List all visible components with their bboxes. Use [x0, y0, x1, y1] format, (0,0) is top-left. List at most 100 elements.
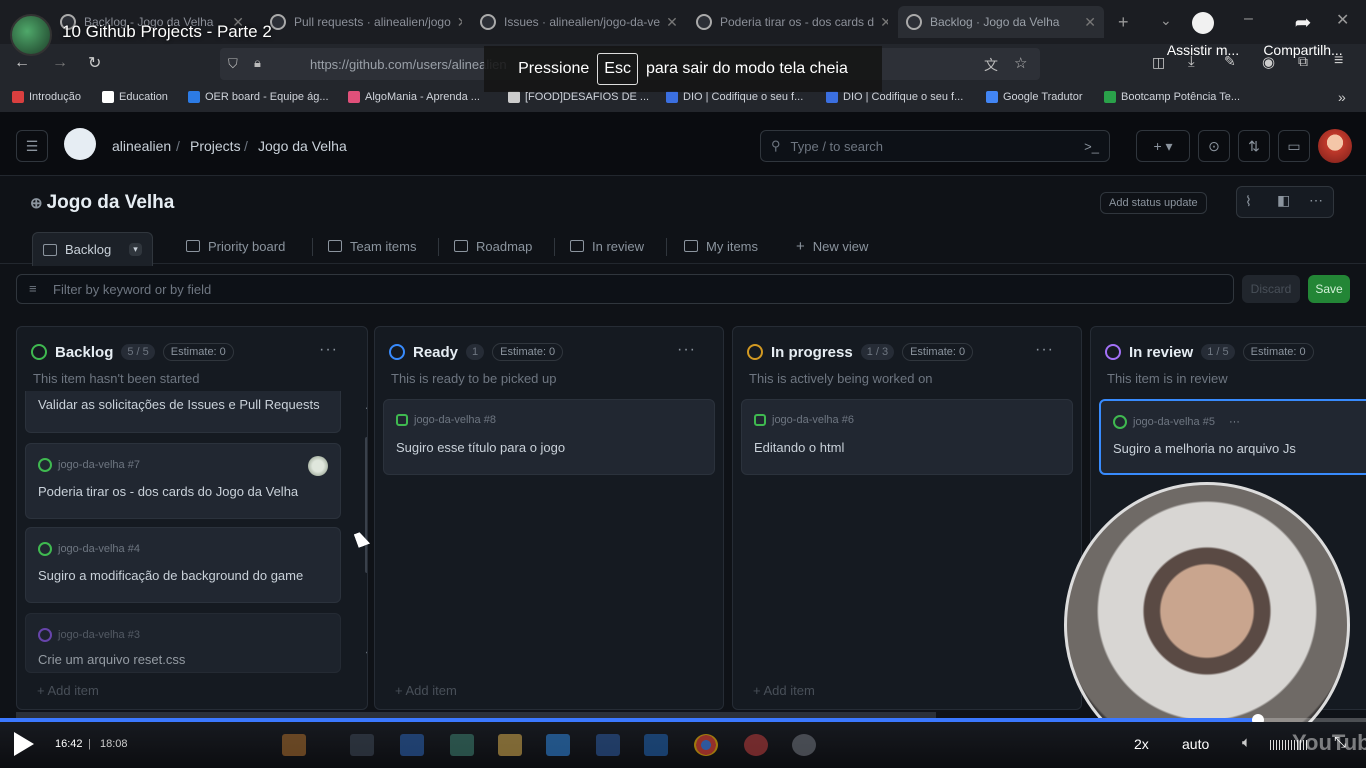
pull-requests-icon[interactable]: ⇅: [1238, 130, 1270, 162]
breadcrumb-projects[interactable]: Projects: [190, 138, 241, 154]
open-issue-icon: [38, 542, 52, 556]
card-repo-ref[interactable]: jogo-da-velha #3: [58, 629, 140, 641]
more-bookmarks-icon[interactable]: »: [1338, 89, 1346, 105]
back-icon[interactable]: ←: [14, 54, 30, 72]
breadcrumb-project[interactable]: Jogo da Velha: [258, 138, 347, 154]
bookmark-icon: [666, 91, 678, 103]
close-icon[interactable]: ✕: [451, 14, 462, 31]
card-repo-ref[interactable]: jogo-da-velha #8: [414, 414, 496, 426]
new-view-button[interactable]: + New view: [796, 232, 868, 260]
browser-tab[interactable]: Poderia tirar os - dos cards d ✕: [688, 6, 888, 38]
column-menu-icon[interactable]: ···: [677, 341, 696, 359]
github-logo-icon[interactable]: [64, 128, 96, 160]
forward-icon[interactable]: →: [52, 54, 68, 72]
project-card[interactable]: Validar as solicitações de Issues e Pull…: [25, 391, 341, 433]
volume-icon[interactable]: 🔈︎: [1242, 734, 1251, 751]
scrollbar-thumb[interactable]: [365, 437, 367, 573]
card-repo-ref[interactable]: jogo-da-velha #7: [58, 459, 140, 471]
insights-icon[interactable]: ⌇: [1245, 193, 1252, 210]
assignee-avatar[interactable]: [308, 456, 328, 476]
bookmark-item[interactable]: DIO | Codifique o seu f...: [826, 91, 963, 103]
bookmark-item[interactable]: DIO | Codifique o seu f...: [666, 91, 803, 103]
bookmark-item[interactable]: Bootcamp Potência Te...: [1104, 91, 1240, 103]
search-input[interactable]: ⚲ Type / to search >_: [760, 130, 1110, 162]
add-item-button[interactable]: + Add item: [37, 683, 99, 698]
filter-input[interactable]: ≡ Filter by keyword or by field: [16, 274, 1234, 304]
browser-tab[interactable]: Pull requests · alinealien/jogo✕: [262, 6, 462, 38]
avatar[interactable]: [1318, 129, 1352, 163]
card-title[interactable]: Sugiro a modificação de background do ga…: [38, 568, 303, 583]
share-label: Compartilh...: [1263, 42, 1343, 58]
bookmark-item[interactable]: OER board - Equipe ág...: [188, 91, 329, 103]
browser-tab-active[interactable]: Backlog · Jogo da Velha ✕: [898, 6, 1104, 38]
channel-avatar[interactable]: [10, 14, 52, 56]
project-card[interactable]: jogo-da-velha #6 Editando o html: [741, 399, 1073, 475]
chevron-down-icon[interactable]: ▾: [129, 243, 142, 256]
card-menu-icon[interactable]: ···: [1229, 416, 1240, 428]
breadcrumb-owner[interactable]: alinealien: [112, 138, 171, 154]
card-title[interactable]: Validar as solicitações de Issues e Pull…: [38, 397, 320, 412]
card-title[interactable]: Sugiro a melhoria no arquivo Js: [1113, 441, 1296, 456]
fullscreen-exit-icon[interactable]: ⤡: [1334, 734, 1346, 751]
column-menu-icon[interactable]: ···: [1035, 341, 1054, 359]
card-repo-ref[interactable]: jogo-da-velha #5: [1133, 416, 1215, 428]
close-icon[interactable]: ✕: [1078, 14, 1096, 31]
save-button[interactable]: Save: [1308, 275, 1350, 303]
inbox-icon[interactable]: ▭: [1278, 130, 1310, 162]
card-title[interactable]: Crie um arquivo reset.css: [38, 652, 185, 667]
create-new-button[interactable]: + ▾: [1136, 130, 1190, 162]
hamburger-menu-icon[interactable]: ☰: [16, 130, 48, 162]
project-card[interactable]: jogo-da-velha #8 Sugiro esse título para…: [383, 399, 715, 475]
add-item-button[interactable]: + Add item: [753, 683, 815, 698]
tab-team-items[interactable]: Team items: [328, 232, 416, 260]
add-status-update-button[interactable]: Add status update: [1100, 192, 1207, 214]
card-title[interactable]: Sugiro esse título para o jogo: [396, 440, 565, 455]
new-tab-icon[interactable]: +: [1118, 12, 1129, 33]
project-card-selected[interactable]: jogo-da-velha #5 ··· Sugiro a melhoria no…: [1099, 399, 1366, 475]
column-title: Backlog: [55, 343, 114, 361]
new-view-label: New view: [812, 238, 869, 254]
card-title[interactable]: Poderia tirar os - dos cards do Jogo da …: [38, 484, 298, 499]
browser-tab[interactable]: Issues · alinealien/jogo-da-ve ✕: [472, 6, 682, 38]
watch-later-button[interactable]: Assistir m...: [1158, 12, 1248, 58]
card-title[interactable]: Editando o html: [754, 440, 844, 455]
add-item-button[interactable]: + Add item: [395, 683, 457, 698]
share-button[interactable]: ➦ Compartilh...: [1258, 12, 1348, 58]
video-title[interactable]: 10 Github Projects - Parte 2: [62, 22, 272, 42]
issues-icon[interactable]: ⊙: [1198, 130, 1230, 162]
bookmark-item[interactable]: AlgoMania - Aprenda ...: [348, 91, 480, 103]
scroll-down-icon[interactable]: ▾: [366, 649, 367, 660]
card-repo-ref[interactable]: jogo-da-velha #6: [772, 414, 854, 426]
bookmark-item[interactable]: [FOOD]DESAFIOS DE ...: [508, 91, 649, 103]
divider: [312, 238, 313, 256]
side-panel-icon[interactable]: ◧: [1277, 192, 1290, 209]
column-header: In review 1 / 5 Estimate: 0: [1105, 343, 1314, 361]
translate-icon[interactable]: 文: [984, 55, 998, 75]
bookmark-item[interactable]: Introdução: [12, 91, 81, 103]
play-icon[interactable]: [14, 732, 34, 756]
project-card[interactable]: jogo-da-velha #3 Crie um arquivo reset.c…: [25, 613, 341, 673]
star-icon[interactable]: ☆: [1014, 54, 1027, 72]
discard-button[interactable]: Discard: [1242, 275, 1300, 303]
tab-backlog[interactable]: Backlog ▾: [32, 232, 153, 266]
command-palette-icon[interactable]: >_: [1084, 139, 1099, 154]
project-card[interactable]: jogo-da-velha #7 Poderia tirar os - dos …: [25, 443, 341, 519]
bookmark-item[interactable]: Google Tradutor: [986, 91, 1083, 103]
close-icon[interactable]: ✕: [874, 14, 888, 31]
card-repo-ref[interactable]: jogo-da-velha #4: [58, 543, 140, 555]
bookmark-item[interactable]: Education: [102, 91, 168, 103]
tab-my-items[interactable]: My items: [684, 232, 758, 260]
close-icon[interactable]: ✕: [660, 14, 678, 31]
open-issue-icon: [1113, 415, 1127, 429]
tab-priority-board[interactable]: Priority board: [186, 232, 285, 260]
project-card[interactable]: jogo-da-velha #4 Sugiro a modificação de…: [25, 527, 341, 603]
playback-speed-button[interactable]: 2x: [1134, 736, 1149, 752]
more-options-icon[interactable]: ⋯: [1309, 192, 1323, 209]
tab-in-review[interactable]: In review: [570, 232, 644, 260]
tab-roadmap[interactable]: Roadmap: [454, 232, 532, 260]
column-menu-icon[interactable]: ···: [319, 341, 338, 359]
divider: [554, 238, 555, 256]
quality-button[interactable]: auto: [1182, 736, 1209, 752]
reload-icon[interactable]: ↻: [88, 53, 101, 73]
scroll-up-icon[interactable]: ▴: [366, 401, 367, 412]
